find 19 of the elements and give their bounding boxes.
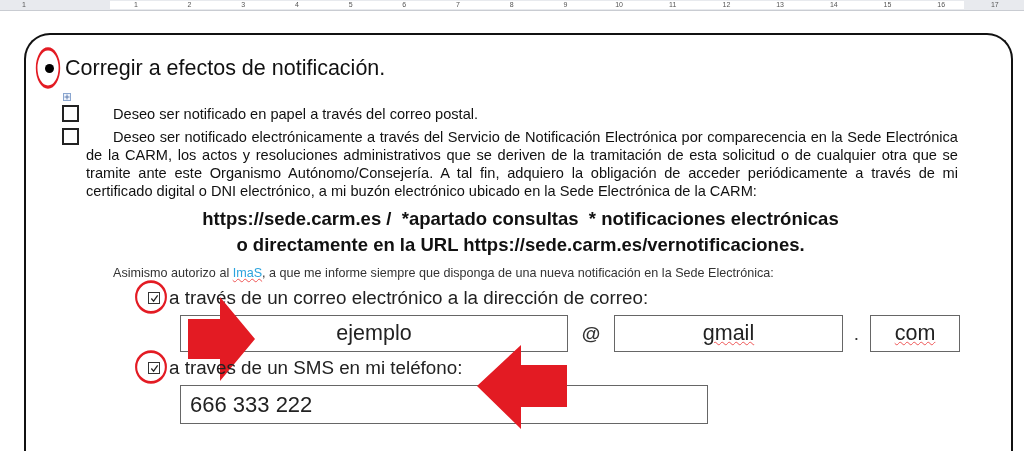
link-text: o directamente en la URL https://sede.carm.es/vernotificaciones. — [235, 233, 806, 257]
phone-field[interactable]: 666 333 222 — [180, 385, 708, 424]
email-domain-field[interactable]: gmail — [614, 315, 843, 352]
option-text: Deseo ser notificado en papel a través del correo postal. — [112, 105, 480, 123]
authorization-text: Asimismo autorizo al ImaS, a que me informe siempre que disponga de una nueva notificación en la Sede Electrónica: — [113, 265, 775, 282]
option-label: a través de un correo electrónico a la dirección de correo: — [169, 287, 649, 309]
email-extension-field[interactable]: com — [870, 315, 960, 352]
link-text: https://sede.carm.es / *apartado consultas * notificaciones electrónicas — [201, 207, 840, 231]
section-heading: Corregir a efectos de notificación. — [65, 55, 386, 81]
checkbox[interactable] — [148, 362, 160, 374]
checkbox[interactable] — [62, 105, 79, 122]
checkbox[interactable] — [62, 128, 79, 145]
move-handle-icon[interactable] — [63, 93, 71, 101]
bullet — [45, 63, 54, 73]
email-user-field[interactable]: ejemplo — [180, 315, 568, 352]
option-text: Deseo ser notificado electrónicamente a través del Servicio de Notificación Electrónica por comparecencia en la Sede Electrónica de la CARM, los actos y resoluciones administrativos que se deriven de la tramitación de esta solicitud o de cualquier otra que se tramite ante este Organismo Autónomo/Consejería. A tal fin, adquiero la obligación de acceder periódicamente a través de mi certificado digital o DNI electrónico, a mi buzón electrónico ubicado en la Sede Electrónica de la CARM: — [86, 128, 958, 200]
at-sign: @ — [580, 322, 602, 345]
checkbox[interactable] — [148, 292, 160, 304]
dot-separator: . — [852, 322, 861, 345]
